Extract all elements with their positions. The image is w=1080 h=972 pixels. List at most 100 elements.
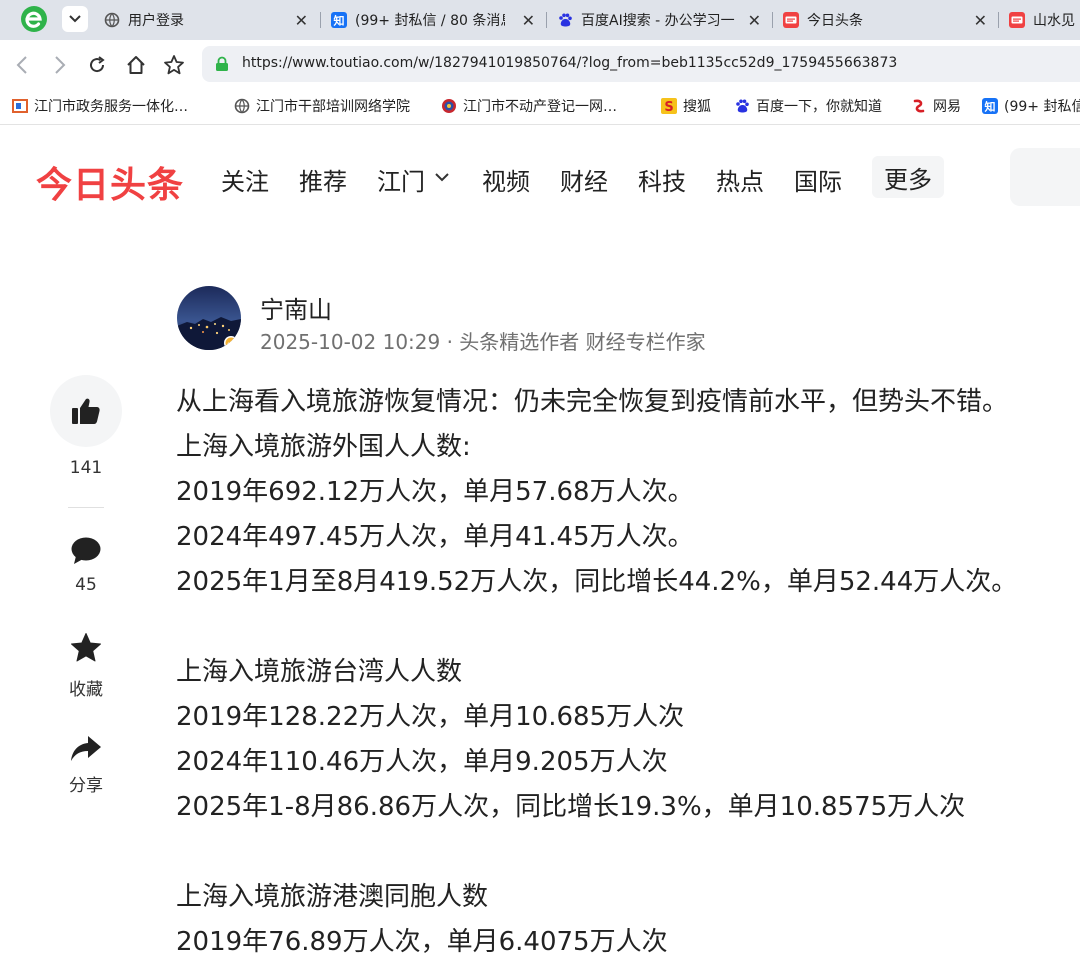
favorite-button[interactable] [66, 630, 106, 666]
bookmark-jiangmen-gov[interactable]: 江门市政务服务一体化… [12, 96, 188, 116]
netease-icon [911, 98, 927, 114]
bookmark-zhihu[interactable]: 知 (99+ 封私信 [982, 96, 1080, 116]
nav-hot[interactable]: 热点 [716, 162, 764, 197]
svg-text:S: S [664, 100, 673, 114]
zhihu-icon: 知 [982, 98, 998, 114]
bookmark-star-button[interactable] [163, 54, 185, 76]
nav-finance[interactable]: 财经 [560, 162, 608, 197]
browser-tab-strip: 用户登录 ✕ 知 (99+ 封私信 / 80 条消息 ✕ 百度AI搜索 - 办公… [0, 0, 1080, 40]
close-tab-icon[interactable]: ✕ [295, 11, 308, 30]
article-blank-line [176, 830, 1056, 875]
tab-title: 山水见 [1033, 13, 1075, 29]
browser-logo-icon[interactable] [20, 5, 48, 33]
tab-list-button[interactable] [62, 6, 88, 32]
back-arrow-icon [16, 56, 27, 74]
star-icon [71, 633, 101, 662]
svg-text:知: 知 [333, 14, 345, 28]
share-arrow-icon [71, 736, 101, 761]
thumbs-up-icon [72, 398, 100, 424]
bookmark-netease[interactable]: 网易 [911, 96, 961, 116]
nav-more-label: 更多 [884, 165, 932, 194]
close-tab-icon[interactable]: ✕ [974, 11, 987, 30]
nav-recommend[interactable]: 推荐 [299, 162, 347, 197]
article-line: 2019年76.89万人次，单月6.4075万人次 [176, 927, 668, 957]
like-button[interactable] [50, 375, 122, 447]
nav-video[interactable]: 视频 [482, 162, 530, 197]
nav-international[interactable]: 国际 [794, 162, 842, 197]
favorite-label[interactable]: 收藏 [50, 675, 122, 700]
nav-more-button[interactable]: 更多 [872, 156, 944, 198]
tab-separator [320, 12, 321, 28]
article-line: 2019年692.12万人次，单月57.68万人次。 [176, 477, 694, 507]
tab-separator [772, 12, 773, 28]
close-tab-icon[interactable]: ✕ [748, 11, 761, 30]
nav-jiangmen[interactable]: 江门 [377, 162, 425, 197]
article-line: 2024年497.45万人次，单月41.45万人次。 [176, 522, 694, 552]
svg-text:知: 知 [984, 100, 996, 114]
share-label[interactable]: 分享 [50, 771, 122, 796]
bookmark-label: 网易 [933, 99, 961, 115]
zhihu-icon: 知 [331, 12, 347, 28]
tab-shanshui[interactable]: 山水见 [1009, 0, 1080, 40]
comment-button[interactable] [66, 533, 106, 569]
search-input[interactable] [1010, 148, 1080, 206]
author-name[interactable]: 宁南山 [260, 290, 332, 325]
bookmark-sohu[interactable]: S 搜狐 [661, 96, 711, 116]
article-body: 从上海看入境旅游恢复情况：仍未完全恢复到疫情前水平，但势头不错。 上海入境旅游外… [176, 380, 1056, 965]
tab-separator [998, 12, 999, 28]
reload-button[interactable] [86, 54, 108, 76]
toutiao-icon [1009, 12, 1025, 28]
share-button[interactable] [66, 731, 106, 767]
like-count: 141 [69, 458, 103, 478]
chevron-down-icon[interactable] [434, 172, 450, 182]
tab-toutiao[interactable]: 今日头条 ✕ [783, 0, 995, 40]
bookmark-baidu[interactable]: 百度一下，你就知道 [734, 96, 882, 116]
toutiao-icon [783, 12, 799, 28]
article-line: 2019年128.22万人次，单月10.685万人次 [176, 702, 685, 732]
home-icon [127, 56, 145, 74]
chevron-down-icon [69, 15, 81, 23]
author-avatar[interactable] [177, 286, 241, 350]
tab-user-login[interactable]: 用户登录 ✕ [104, 0, 316, 40]
tab-title: (99+ 封私信 / 80 条消息 [355, 13, 505, 29]
back-button[interactable] [11, 54, 33, 76]
article-line: 从上海看入境旅游恢复情况：仍未完全恢复到疫情前水平，但势头不错。 [176, 387, 1009, 417]
home-button[interactable] [125, 54, 147, 76]
nav-tech[interactable]: 科技 [638, 162, 686, 197]
sohu-icon: S [661, 98, 677, 114]
close-tab-icon[interactable]: ✕ [522, 11, 535, 30]
bookmark-label: 江门市不动产登记一网… [463, 99, 617, 115]
article-line: 上海入境旅游台湾人人数 [176, 657, 463, 687]
forward-arrow-icon [55, 56, 66, 74]
tab-title: 百度AI搜索 - 办公学习一 [581, 13, 735, 29]
comment-bubble-icon [71, 537, 101, 564]
bookmark-label: 江门市政务服务一体化… [34, 99, 188, 115]
bookmark-label: 百度一下，你就知道 [756, 99, 882, 115]
bookmark-cadre-training[interactable]: 江门市干部培训网络学院 [234, 96, 410, 116]
gov-icon [12, 98, 28, 114]
article-line: 2025年1-8月86.86万人次，同比增长19.3%，单月10.8575万人次 [176, 792, 966, 822]
bookmarks-bar: 江门市政务服务一体化… 江门市干部培训网络学院 江门市不动产登记一网… S 搜狐… [0, 88, 1080, 125]
forward-button[interactable] [49, 54, 71, 76]
baidu-paw-icon [557, 12, 573, 28]
bookmark-label: 搜狐 [683, 99, 711, 115]
tab-zhihu[interactable]: 知 (99+ 封私信 / 80 条消息 ✕ [331, 0, 543, 40]
lock-icon[interactable] [214, 56, 230, 72]
article-line: 2025年1月至8月419.52万人次，同比增长44.2%，单月52.44万人次… [176, 567, 1018, 597]
tab-baidu-ai[interactable]: 百度AI搜索 - 办公学习一 ✕ [557, 0, 769, 40]
toutiao-logo[interactable]: 今日头条 [36, 156, 184, 208]
baidu-paw-icon [734, 98, 750, 114]
article-blank-line [176, 605, 1056, 650]
address-bar[interactable]: https://www.toutiao.com/w/18279410198507… [202, 46, 1080, 82]
star-outline-icon [164, 55, 184, 75]
bookmark-real-estate[interactable]: 江门市不动产登记一网… [441, 96, 617, 116]
author-meta: 2025-10-02 10:29 · 头条精选作者 财经专栏作家 [260, 330, 706, 354]
article-line: 上海入境旅游外国人人数: [176, 432, 471, 462]
url-text[interactable]: https://www.toutiao.com/w/18279410198507… [242, 55, 897, 71]
bookmark-label: (99+ 封私信 [1004, 99, 1080, 115]
tab-title: 今日头条 [807, 13, 863, 29]
emblem-icon [441, 98, 457, 114]
browser-toolbar: https://www.toutiao.com/w/18279410198507… [0, 40, 1080, 88]
article-line: 上海入境旅游港澳同胞人数 [176, 882, 489, 912]
nav-follow[interactable]: 关注 [221, 162, 269, 197]
